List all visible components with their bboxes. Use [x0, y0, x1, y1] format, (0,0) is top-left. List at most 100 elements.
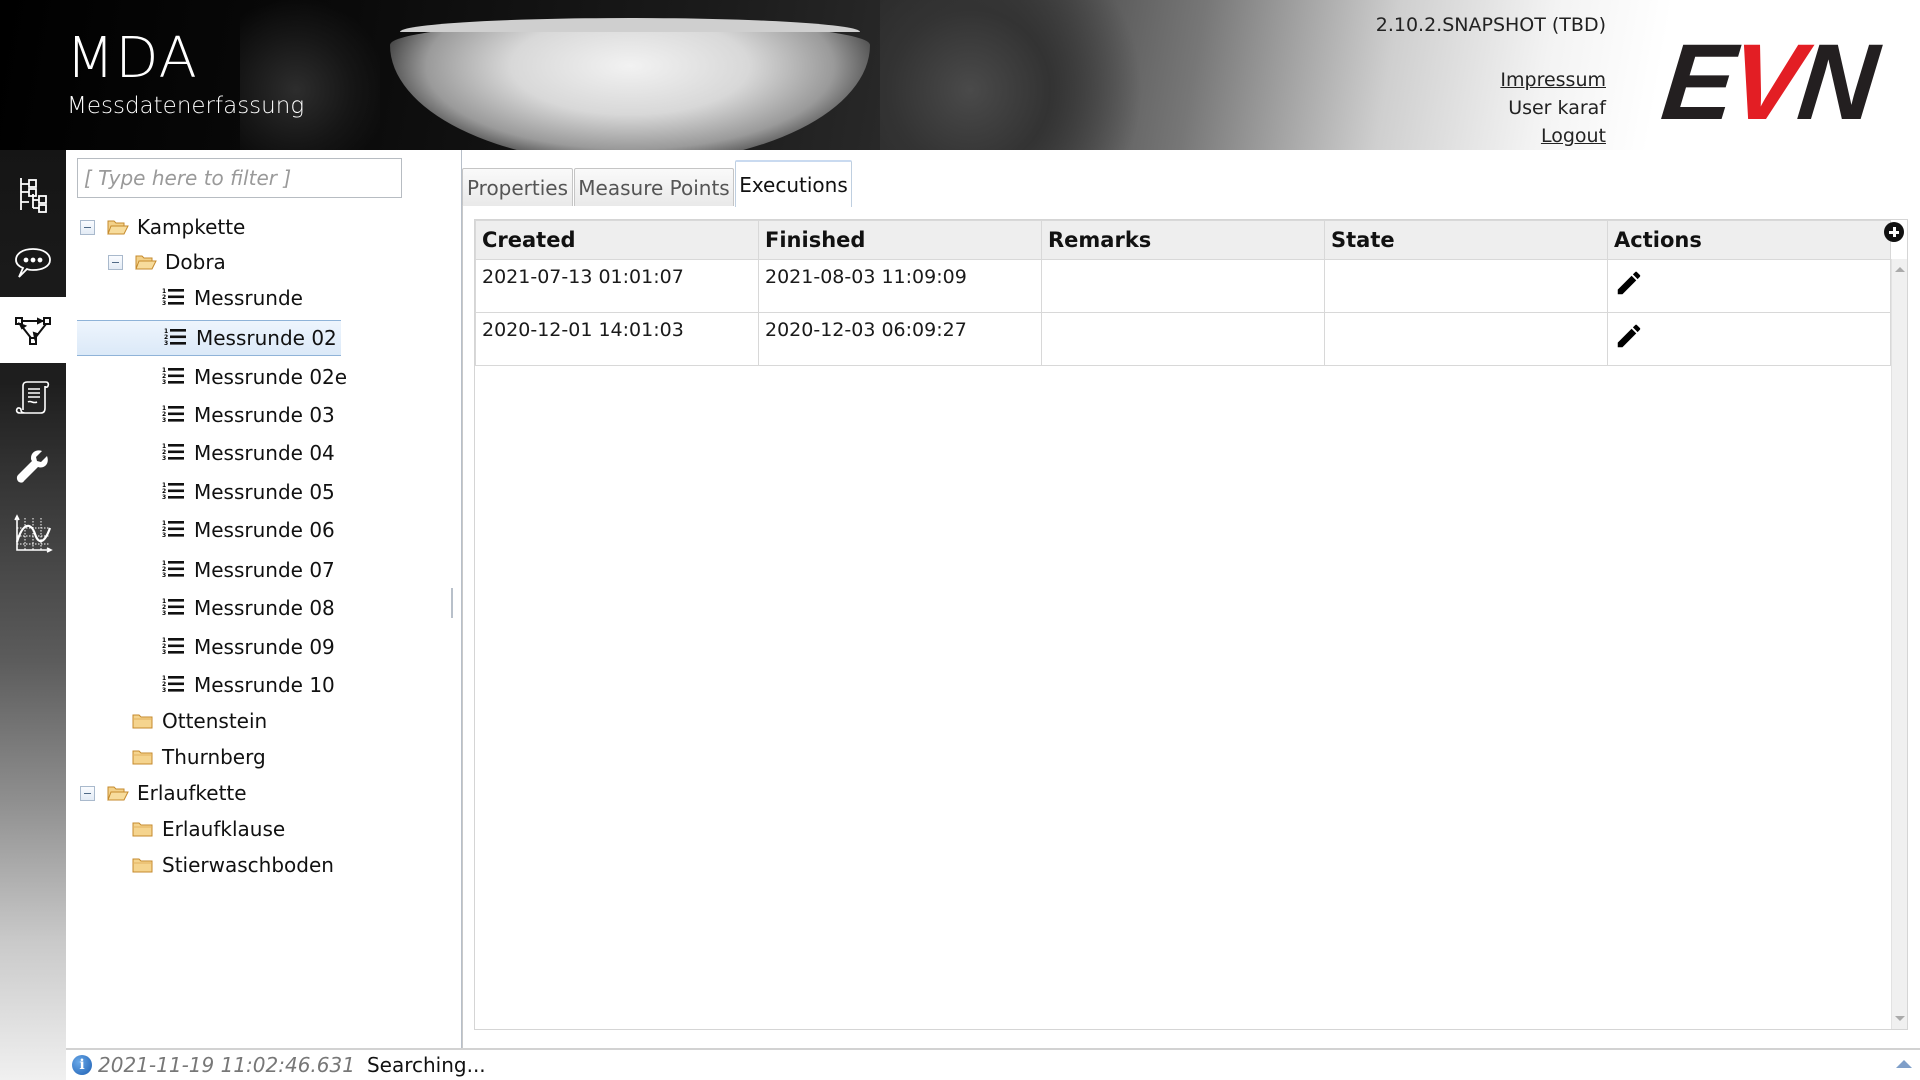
speech-bubble-icon — [15, 248, 51, 278]
logo-letter-n: N — [1792, 21, 1880, 142]
cell-created: 2020-12-01 14:01:03 — [475, 312, 759, 366]
tree-node-label: Messrunde 09 — [194, 635, 335, 659]
sidebar-item-messages[interactable] — [0, 229, 66, 295]
tree-node-label: Messrunde 05 — [194, 480, 335, 504]
folder-icon — [132, 822, 153, 837]
numbered-list-icon: 123 — [162, 637, 184, 656]
hierarchy-tree-icon — [20, 178, 47, 213]
cell-finished: 2020-12-03 06:09:27 — [758, 312, 1042, 366]
tree-node[interactable]: Kampkette — [80, 209, 245, 245]
table-row[interactable]: 2020-12-01 14:01:03 2020-12-03 06:09:27 — [475, 312, 1891, 366]
svg-text:3: 3 — [162, 610, 166, 617]
tree-node[interactable]: 1 2 3 Messrunde 07 — [162, 552, 335, 588]
column-header-remarks[interactable]: Remarks — [1041, 220, 1325, 260]
tree-node-label: Messrunde 08 — [194, 596, 335, 620]
executions-table-container: Created Finished Remarks State Actions 2… — [474, 219, 1908, 1030]
table-header-row: Created Finished Remarks State Actions — [475, 220, 1891, 260]
tree-panel: Kampkette Dobra 123 Messrunde 123 Messrunde 0… — [66, 150, 460, 1048]
tree-node[interactable]: Ottenstein — [132, 703, 267, 739]
numbered-list-icon: 123 — [164, 328, 186, 347]
folder-open-icon — [107, 220, 129, 235]
splitter-handle[interactable] — [451, 588, 453, 618]
folder-open-icon — [107, 786, 129, 801]
tree-node-label: Erlaufklause — [162, 817, 286, 841]
tree-node-label: Dobra — [165, 250, 226, 274]
cell-actions — [1607, 312, 1891, 366]
evn-logo: EVN — [1657, 21, 1880, 142]
collapse-toggle-icon[interactable] — [80, 219, 95, 235]
collapse-toggle-icon[interactable] — [108, 254, 123, 270]
tree-node[interactable]: 1 2 3 Messrunde 08 — [162, 590, 335, 626]
sidebar-item-reports[interactable] — [0, 365, 66, 431]
tree-node-label: Ottenstein — [162, 709, 268, 733]
tree-node[interactable]: 1 2 3 Messrunde 05 — [162, 474, 335, 510]
sidebar-item-hierarchy[interactable] — [0, 161, 66, 227]
edit-button[interactable] — [1614, 268, 1644, 298]
tree-filter-input[interactable] — [77, 158, 402, 198]
scroll-up-arrow-icon[interactable] — [1895, 267, 1905, 272]
app-header: MDA Messdatenerfassung 2.10.2.SNAPSHOT (… — [0, 0, 1920, 150]
tree-node[interactable]: 1 2 3 Messrunde 02 — [77, 320, 341, 356]
column-header-actions: Actions — [1607, 220, 1891, 260]
status-timestamp: 2021-11-19 11:02:46.631 — [98, 1053, 355, 1077]
column-header-finished[interactable]: Finished — [758, 220, 1042, 260]
version-label: 2.10.2.SNAPSHOT (TBD) — [1375, 14, 1606, 36]
svg-text:3: 3 — [162, 532, 166, 539]
numbered-list-icon: 123 — [162, 443, 184, 462]
tab-executions[interactable]: Executions — [735, 160, 852, 207]
tree-node-label: Messrunde — [194, 286, 303, 310]
tree-node-label: Messrunde 07 — [194, 558, 335, 582]
header-photo-trees-right — [880, 0, 1180, 150]
line-chart-icon — [14, 514, 53, 553]
cell-state — [1324, 312, 1608, 366]
logo-letter-e: E — [1656, 21, 1738, 142]
cell-finished: 2021-08-03 11:09:09 — [758, 259, 1042, 313]
edit-button[interactable] — [1614, 321, 1644, 351]
svg-text:3: 3 — [162, 649, 166, 656]
impressum-link[interactable]: Impressum — [1500, 66, 1606, 94]
tree-node[interactable]: 1 2 3 Messrunde 03 — [162, 397, 335, 433]
tree-node[interactable]: Thurnberg — [132, 739, 266, 775]
tree-node[interactable]: Stierwaschboden — [132, 847, 334, 883]
tab-measure-points[interactable]: Measure Points — [574, 168, 734, 206]
tab-properties[interactable]: Properties — [462, 168, 573, 206]
tree-node[interactable]: 1 2 3 Messrunde 09 — [162, 629, 335, 665]
svg-text:3: 3 — [162, 687, 166, 694]
svg-text:3: 3 — [162, 300, 166, 307]
status-message: Searching... — [366, 1053, 486, 1077]
folder-open-icon — [135, 255, 157, 270]
numbered-list-icon: 123 — [162, 598, 184, 617]
tree-node[interactable]: 1 2 3 Messrunde — [162, 280, 303, 316]
tree-node[interactable]: 1 2 3 Messrunde 06 — [162, 512, 335, 548]
info-icon: i — [72, 1055, 92, 1075]
table-row[interactable]: 2021-07-13 01:01:07 2021-08-03 11:09:09 — [475, 259, 1891, 313]
add-execution-button[interactable] — [1884, 222, 1904, 242]
svg-text:3: 3 — [164, 340, 168, 347]
folder-icon — [132, 714, 153, 729]
tree-node[interactable]: 1 2 3 Messrunde 10 — [162, 667, 335, 703]
icon-sidebar — [0, 150, 66, 1080]
status-bar: i 2021-11-19 11:02:46.631 Searching... — [66, 1048, 1920, 1080]
table-scrollbar[interactable] — [1891, 259, 1907, 1029]
tree-node-label: Messrunde 10 — [194, 673, 335, 697]
tree-node[interactable]: Erlaufklause — [132, 811, 285, 847]
status-expand-arrow-icon[interactable] — [1896, 1060, 1912, 1068]
tree-node[interactable]: Erlaufkette — [80, 775, 247, 811]
column-header-state[interactable]: State — [1324, 220, 1608, 260]
numbered-list-icon: 123 — [162, 520, 184, 539]
tree-node[interactable]: Dobra — [108, 244, 226, 280]
sidebar-item-charts[interactable] — [0, 501, 66, 567]
sidebar-item-workflow[interactable] — [0, 297, 66, 363]
tree-node[interactable]: 1 2 3 Messrunde 02e — [162, 359, 347, 395]
sidebar-item-settings[interactable] — [0, 433, 66, 499]
folder-icon — [132, 858, 153, 873]
collapse-toggle-icon[interactable] — [80, 785, 95, 801]
cell-remarks — [1041, 312, 1325, 366]
numbered-list-icon: 123 — [162, 405, 184, 424]
edit-pencil-icon — [1617, 324, 1641, 348]
scroll-down-arrow-icon[interactable] — [1895, 1016, 1905, 1021]
column-header-created[interactable]: Created — [475, 220, 759, 260]
workflow-graph-icon — [15, 317, 51, 345]
tree-node[interactable]: 1 2 3 Messrunde 04 — [162, 435, 335, 471]
logout-link[interactable]: Logout — [1500, 122, 1606, 150]
